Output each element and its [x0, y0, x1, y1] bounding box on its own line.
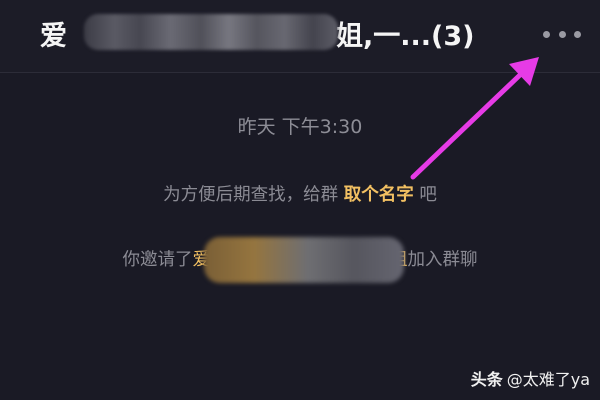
naming-prompt-message: 为方便后期查找，给群 取个名字 吧 [0, 181, 600, 206]
message-timestamp: 昨天 下午3:30 [237, 116, 363, 138]
redacted-title-blur [84, 14, 338, 50]
group-title-suffix: 姐,一...(3) [336, 21, 475, 52]
invite-notice-text: 你邀请了 [122, 250, 193, 270]
chat-header: 爱姐,一...(3) [0, 0, 600, 72]
header-divider [0, 72, 600, 73]
more-dots-icon [558, 30, 566, 38]
group-title[interactable]: 爱姐,一...(3) [40, 14, 475, 53]
naming-prompt-text: 为方便后期查找，给群 [163, 185, 339, 205]
watermark: 头条 @太难了ya [471, 366, 590, 390]
more-options-button[interactable] [543, 23, 581, 45]
more-dots-icon [574, 30, 581, 38]
redacted-name-blur [204, 237, 404, 283]
watermark-brand: 头条 [470, 370, 503, 389]
invite-notice-tail: 加入群聊 [407, 250, 478, 270]
more-dots-icon [543, 30, 550, 38]
naming-prompt-tail: 吧 [419, 185, 437, 205]
watermark-handle: @太难了ya [506, 370, 590, 389]
name-group-link[interactable]: 取个名字 [344, 185, 414, 205]
invite-notice-message: 你邀请了爱姐加入群聊 [0, 237, 600, 283]
